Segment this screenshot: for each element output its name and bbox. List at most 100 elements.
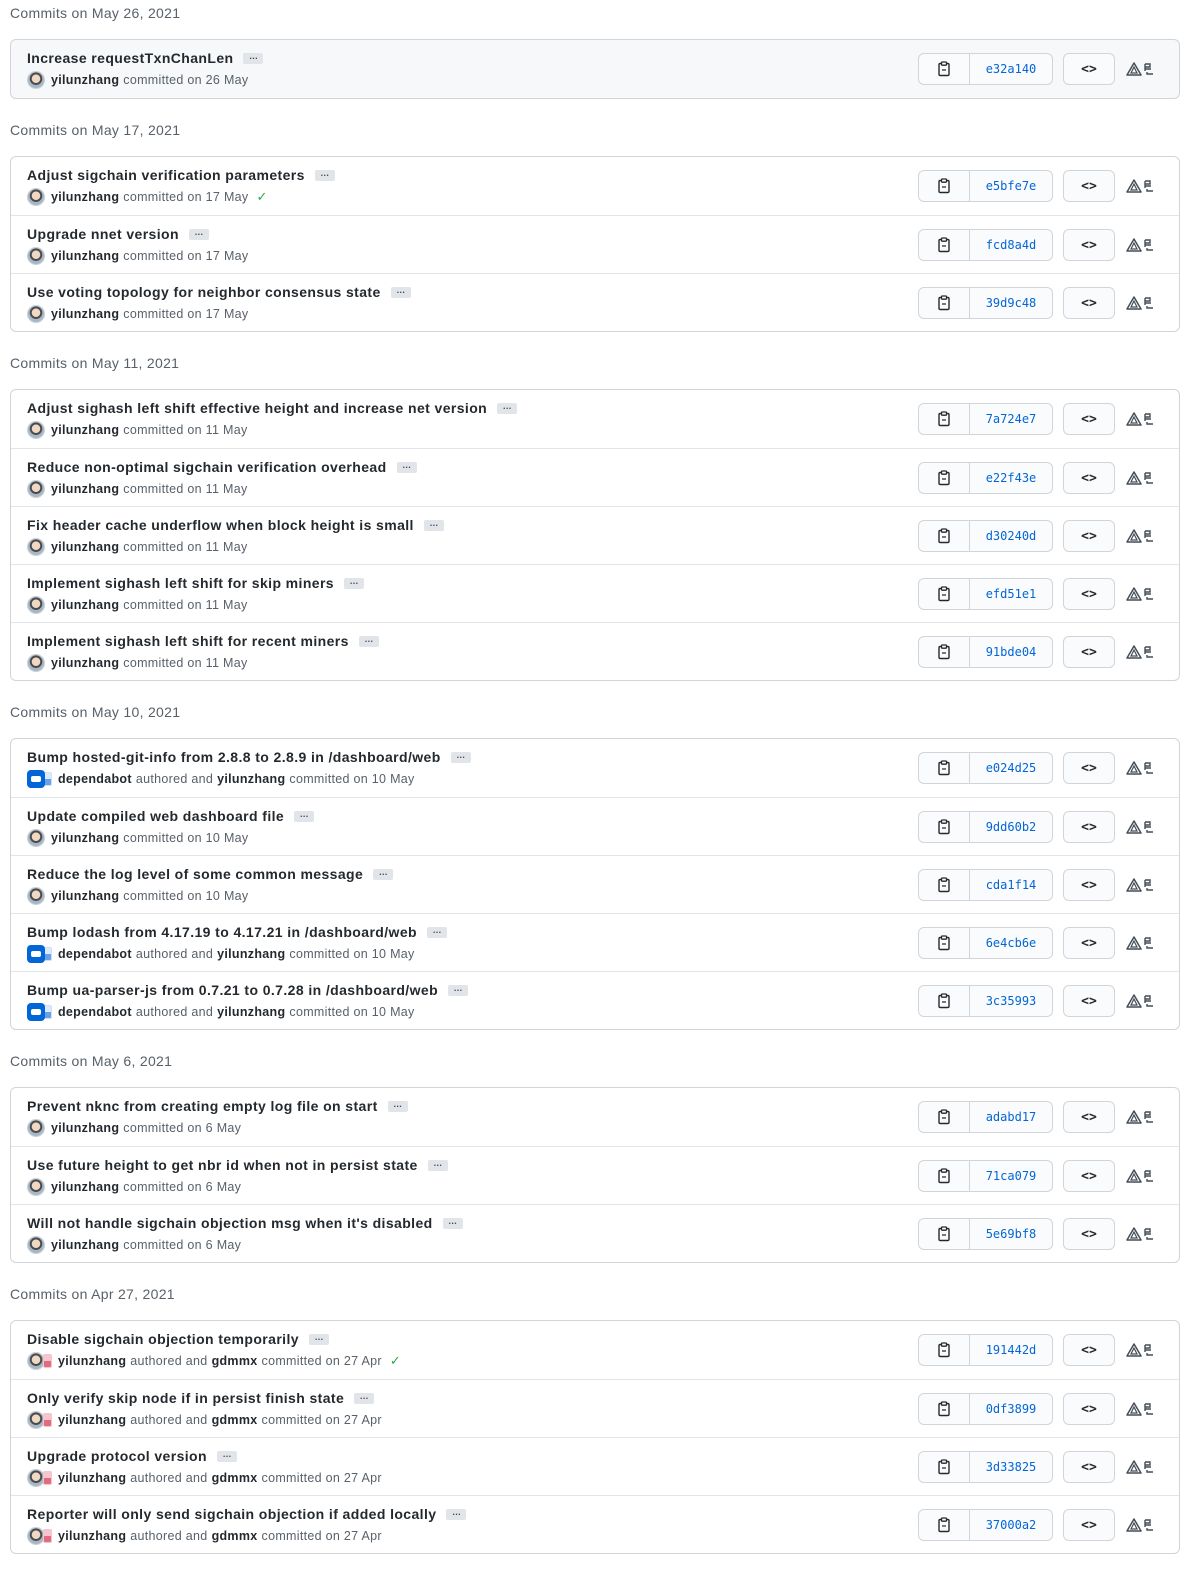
copy-sha-button[interactable] xyxy=(919,579,970,609)
browse-repo-button[interactable]: <> xyxy=(1063,1393,1115,1425)
triangle-icon[interactable] xyxy=(1126,1110,1142,1124)
author-link[interactable]: yilunzhang xyxy=(51,889,119,903)
triangle-icon[interactable] xyxy=(1126,238,1142,252)
browse-repo-button[interactable]: <> xyxy=(1063,520,1115,552)
extension-glyph-icon[interactable] xyxy=(1143,645,1155,659)
extension-icons[interactable] xyxy=(1126,587,1155,601)
extension-glyph-icon[interactable] xyxy=(1143,238,1155,252)
extension-icons[interactable] xyxy=(1126,529,1155,543)
author-avatar[interactable] xyxy=(27,654,45,672)
commit-title-link[interactable]: Use future height to get nbr id when not… xyxy=(27,1157,418,1173)
committer-link[interactable]: gdmmx xyxy=(212,1354,258,1368)
copy-sha-button[interactable] xyxy=(919,870,970,900)
triangle-icon[interactable] xyxy=(1126,994,1142,1008)
coauthor-avatar[interactable] xyxy=(43,1529,52,1543)
browse-repo-button[interactable]: <> xyxy=(1063,752,1115,784)
check-icon[interactable]: ✓ xyxy=(256,189,267,205)
author-link[interactable]: yilunzhang xyxy=(58,1471,126,1485)
expand-message-button[interactable]: … xyxy=(294,809,315,822)
commit-title-link[interactable]: Adjust sigchain verification parameters xyxy=(27,167,305,183)
commit-title-link[interactable]: Upgrade protocol version xyxy=(27,1448,207,1464)
extension-glyph-icon[interactable] xyxy=(1143,529,1155,543)
commit-title-link[interactable]: Only verify skip node if in persist fini… xyxy=(27,1390,344,1406)
expand-message-button[interactable]: … xyxy=(314,168,335,181)
triangle-icon[interactable] xyxy=(1126,1402,1142,1416)
author-link[interactable]: yilunzhang xyxy=(51,423,119,437)
commit-sha-link[interactable]: fcd8a4d xyxy=(970,230,1052,260)
extension-icons[interactable] xyxy=(1126,936,1155,950)
extension-glyph-icon[interactable] xyxy=(1143,1227,1155,1241)
copy-sha-button[interactable] xyxy=(919,54,970,84)
triangle-icon[interactable] xyxy=(1126,412,1142,426)
triangle-icon[interactable] xyxy=(1126,587,1142,601)
extension-glyph-icon[interactable] xyxy=(1143,820,1155,834)
author-avatar[interactable] xyxy=(27,71,45,89)
author-link[interactable]: yilunzhang xyxy=(51,190,119,204)
commit-title-link[interactable]: Fix header cache underflow when block he… xyxy=(27,517,414,533)
author-link[interactable]: yilunzhang xyxy=(51,249,119,263)
committer-link[interactable]: gdmmx xyxy=(212,1471,258,1485)
author-link[interactable]: dependabot xyxy=(58,1005,132,1019)
extension-icons[interactable] xyxy=(1126,1518,1155,1532)
commit-sha-link[interactable]: e32a140 xyxy=(970,54,1052,84)
browse-repo-button[interactable]: <> xyxy=(1063,462,1115,494)
commit-sha-link[interactable]: adabd17 xyxy=(970,1102,1052,1132)
extension-glyph-icon[interactable] xyxy=(1143,1460,1155,1474)
author-link[interactable]: yilunzhang xyxy=(51,1121,119,1135)
author-link[interactable]: yilunzhang xyxy=(51,73,119,87)
extension-glyph-icon[interactable] xyxy=(1143,62,1155,76)
triangle-icon[interactable] xyxy=(1126,645,1142,659)
author-avatar[interactable] xyxy=(27,596,45,614)
copy-sha-button[interactable] xyxy=(919,1510,970,1540)
browse-repo-button[interactable]: <> xyxy=(1063,287,1115,319)
triangle-icon[interactable] xyxy=(1126,1227,1142,1241)
commit-title-link[interactable]: Bump ua-parser-js from 0.7.21 to 0.7.28 … xyxy=(27,982,438,998)
expand-message-button[interactable]: … xyxy=(448,983,469,996)
expand-message-button[interactable]: … xyxy=(446,1507,467,1520)
extension-icons[interactable] xyxy=(1126,296,1155,310)
extension-glyph-icon[interactable] xyxy=(1143,179,1155,193)
author-link[interactable]: yilunzhang xyxy=(51,307,119,321)
triangle-icon[interactable] xyxy=(1126,878,1142,892)
triangle-icon[interactable] xyxy=(1126,1169,1142,1183)
triangle-icon[interactable] xyxy=(1126,529,1142,543)
browse-repo-button[interactable]: <> xyxy=(1063,1509,1115,1541)
check-icon[interactable]: ✓ xyxy=(390,1353,401,1369)
dependabot-avatar[interactable] xyxy=(27,945,45,963)
expand-message-button[interactable]: … xyxy=(344,576,364,589)
commit-title-link[interactable]: Reduce non-optimal sigchain verification… xyxy=(27,459,387,475)
commit-title-link[interactable]: Bump hosted-git-info from 2.8.8 to 2.8.9… xyxy=(27,749,441,765)
author-avatar[interactable] xyxy=(27,887,45,905)
expand-message-button[interactable]: … xyxy=(373,867,394,880)
extension-glyph-icon[interactable] xyxy=(1143,994,1155,1008)
triangle-icon[interactable] xyxy=(1126,62,1142,76)
dependabot-avatar[interactable] xyxy=(27,1003,45,1021)
copy-sha-button[interactable] xyxy=(919,1394,970,1424)
coauthor-avatar[interactable] xyxy=(43,1413,52,1427)
author-avatar[interactable] xyxy=(27,1178,45,1196)
triangle-icon[interactable] xyxy=(1126,471,1142,485)
copy-sha-button[interactable] xyxy=(919,753,970,783)
browse-repo-button[interactable]: <> xyxy=(1063,1101,1115,1133)
triangle-icon[interactable] xyxy=(1126,179,1142,193)
commit-sha-link[interactable]: 0df3899 xyxy=(970,1394,1052,1424)
extension-glyph-icon[interactable] xyxy=(1143,471,1155,485)
browse-repo-button[interactable]: <> xyxy=(1063,170,1115,202)
commit-sha-link[interactable]: e024d25 xyxy=(970,753,1052,783)
author-link[interactable]: yilunzhang xyxy=(58,1413,126,1427)
browse-repo-button[interactable]: <> xyxy=(1063,869,1115,901)
commit-sha-link[interactable]: 3d33825 xyxy=(970,1452,1052,1482)
browse-repo-button[interactable]: <> xyxy=(1063,1160,1115,1192)
commit-title-link[interactable]: Use voting topology for neighbor consens… xyxy=(27,284,381,300)
committer-link[interactable]: yilunzhang xyxy=(217,947,285,961)
author-avatar[interactable] xyxy=(27,305,45,323)
commit-title-link[interactable]: Implement sighash left shift for recent … xyxy=(27,633,349,649)
dependabot-avatar[interactable] xyxy=(27,770,45,788)
copy-sha-button[interactable] xyxy=(919,637,970,667)
expand-message-button[interactable]: … xyxy=(390,285,411,298)
author-link[interactable]: yilunzhang xyxy=(58,1529,126,1543)
copy-sha-button[interactable] xyxy=(919,521,970,551)
expand-message-button[interactable]: … xyxy=(243,51,264,64)
extension-glyph-icon[interactable] xyxy=(1143,1402,1155,1416)
browse-repo-button[interactable]: <> xyxy=(1063,636,1115,668)
